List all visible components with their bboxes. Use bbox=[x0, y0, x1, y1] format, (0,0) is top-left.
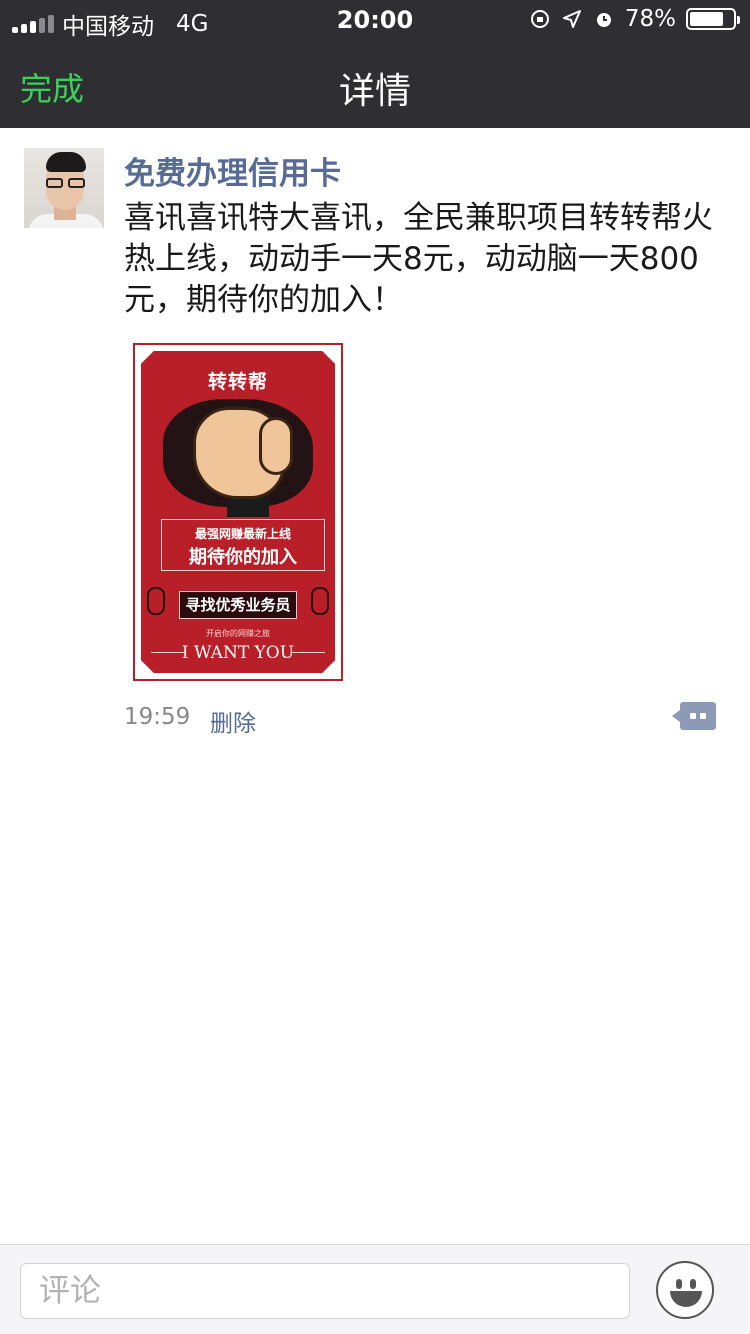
carrier-label: 中国移动 bbox=[62, 14, 154, 40]
network-label: 4G bbox=[176, 11, 209, 37]
status-left: 中国移动 4G bbox=[12, 7, 208, 41]
comment-more-icon[interactable] bbox=[672, 702, 716, 730]
poster-line-b: 期待你的加入 bbox=[189, 547, 297, 568]
post-image[interactable]: 转转帮 最强网赚最新上线 期待你的加入 寻找优秀业务员 开启你的网赚之旅 I W… bbox=[133, 343, 343, 681]
battery-icon bbox=[686, 8, 740, 30]
battery-percent: 78% bbox=[624, 6, 676, 32]
alarm-icon bbox=[593, 8, 615, 30]
status-bar: 中国移动 4G 20:00 78% bbox=[0, 0, 750, 40]
battery-fill bbox=[690, 12, 723, 26]
comment-bar bbox=[0, 1244, 750, 1334]
signal-icon bbox=[12, 15, 54, 33]
post-time: 19:59 bbox=[124, 704, 191, 730]
nav-bar: 完成 详情 bbox=[0, 40, 750, 128]
comment-input[interactable] bbox=[20, 1263, 630, 1319]
done-button[interactable]: 完成 bbox=[20, 64, 84, 110]
ok-hand-icon bbox=[147, 587, 165, 615]
ok-hand-icon bbox=[311, 587, 329, 615]
poster-brand: 转转帮 bbox=[207, 371, 268, 393]
location-icon bbox=[561, 8, 583, 30]
poster-artwork: 转转帮 最强网赚最新上线 期待你的加入 寻找优秀业务员 开启你的网赚之旅 I W… bbox=[141, 351, 335, 673]
emoji-icon[interactable] bbox=[656, 1261, 714, 1319]
avatar[interactable] bbox=[24, 148, 104, 228]
post-text: 喜讯喜讯特大喜讯，全民兼职项目转转帮火热上线，动动手一天8元，动动脑一天800元… bbox=[124, 200, 713, 318]
poster-headline-box: 最强网赚最新上线 期待你的加入 bbox=[161, 519, 325, 571]
orientation-lock-icon bbox=[529, 8, 551, 30]
poster-line-a: 最强网赚最新上线 bbox=[194, 527, 291, 541]
top-bar: 中国移动 4G 20:00 78% 完成 详情 bbox=[0, 0, 750, 128]
author-name[interactable]: 免费办理信用卡 bbox=[124, 148, 341, 193]
poster-small-text: 开启你的网赚之旅 bbox=[206, 629, 270, 638]
poster-tag: 寻找优秀业务员 bbox=[179, 591, 297, 619]
page-title: 详情 bbox=[338, 71, 411, 112]
status-right: 78% bbox=[529, 6, 740, 32]
poster-want-text: I WANT YOU bbox=[181, 643, 295, 663]
delete-button[interactable]: 删除 bbox=[210, 704, 256, 738]
